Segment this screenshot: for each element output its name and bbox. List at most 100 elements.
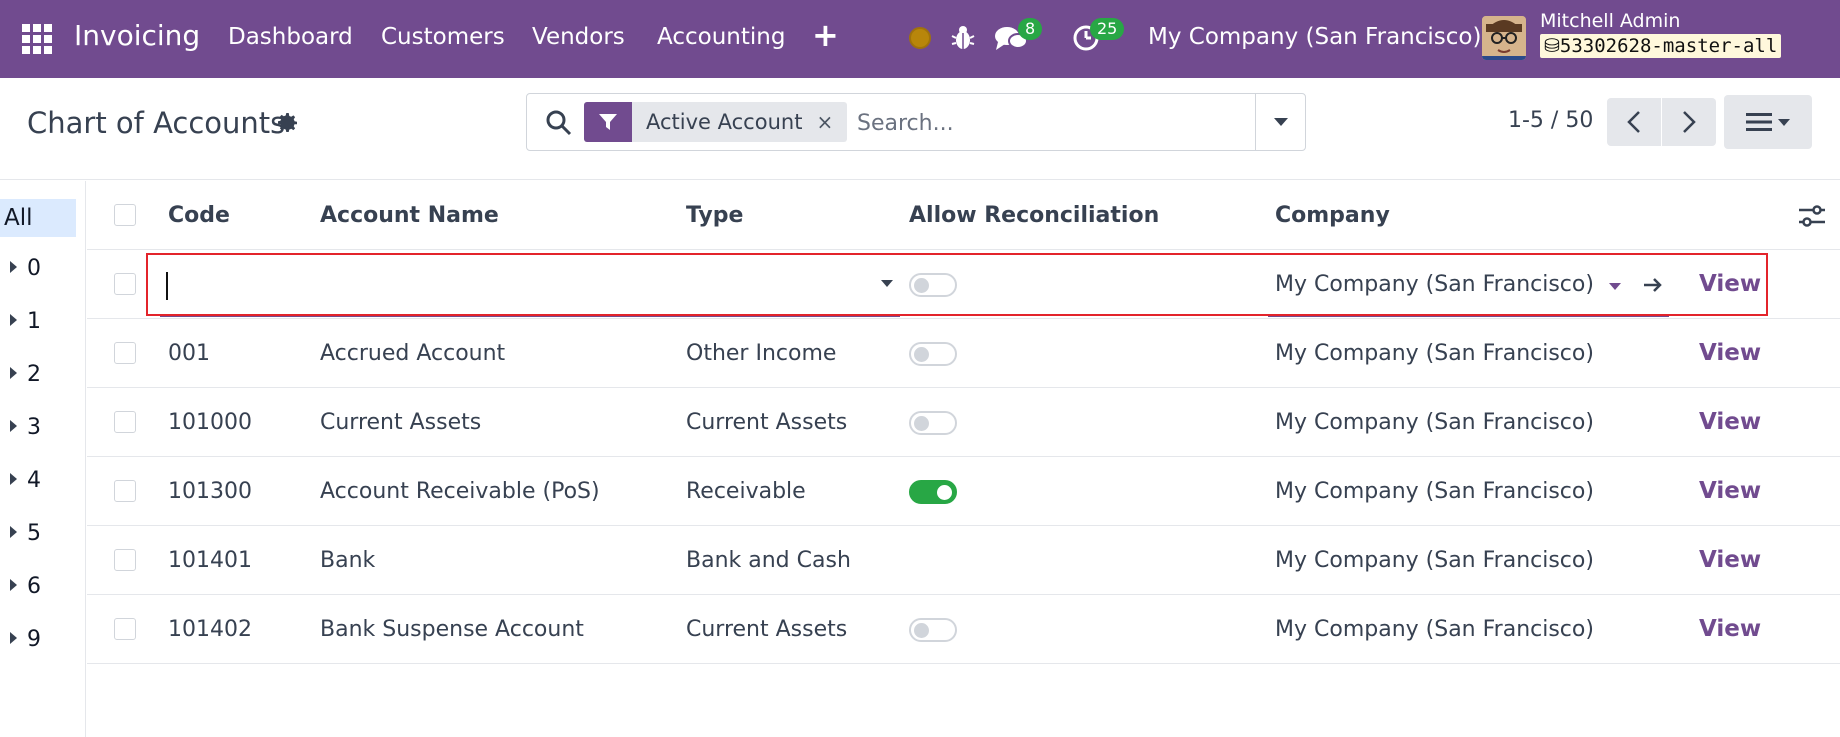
row-checkbox[interactable] — [114, 549, 136, 571]
row-checkbox[interactable] — [114, 411, 136, 433]
sidebar-group-item[interactable]: 6 — [10, 574, 41, 599]
gear-icon[interactable] — [276, 111, 300, 135]
account-company: My Company (San Francisco) — [1275, 341, 1594, 366]
view-link[interactable]: View — [1699, 319, 1761, 388]
sidebar-group-item[interactable]: 9 — [10, 627, 41, 652]
row-checkbox[interactable] — [114, 273, 136, 295]
account-code: 101401 — [168, 548, 252, 573]
account-name: Bank — [320, 548, 376, 573]
account-code: 101402 — [168, 617, 252, 642]
caret-right-icon — [10, 526, 17, 538]
app-name[interactable]: Invoicing — [74, 19, 200, 52]
search-input[interactable] — [857, 104, 1257, 142]
reconcile-toggle[interactable] — [909, 480, 957, 504]
account-name: Current Assets — [320, 410, 482, 435]
new-record-row[interactable]: My Company (San Francisco) View — [87, 250, 1840, 319]
sidebar-group-item[interactable]: 3 — [10, 415, 41, 440]
table-row[interactable]: 101300 Account Receivable (PoS) Receivab… — [87, 457, 1840, 526]
pager-previous-button[interactable] — [1607, 98, 1661, 146]
menu-customers[interactable]: Customers — [381, 24, 505, 50]
caret-right-icon — [10, 261, 17, 273]
reconcile-toggle[interactable] — [909, 411, 957, 435]
caret-right-icon — [10, 473, 17, 485]
reconcile-toggle[interactable] — [909, 342, 957, 366]
sidebar-item-all[interactable]: All — [0, 199, 76, 237]
top-navbar: Invoicing Dashboard Customers Vendors Ac… — [0, 0, 1840, 78]
sidebar-group-label: 6 — [27, 574, 41, 599]
database-badge: ⛁53302628-master-all — [1540, 34, 1782, 58]
chevron-right-icon — [1683, 111, 1696, 133]
menu-vendors[interactable]: Vendors — [532, 24, 625, 50]
company-switcher[interactable]: My Company (San Francisco) — [1148, 24, 1481, 50]
caret-right-icon — [10, 579, 17, 591]
caret-right-icon — [10, 632, 17, 644]
sidebar-group-item[interactable]: 1 — [10, 309, 41, 334]
database-name: 53302628-master-all — [1559, 35, 1778, 57]
remove-filter-close-icon[interactable]: × — [816, 102, 847, 142]
account-type: Bank and Cash — [686, 548, 851, 573]
view-link[interactable]: View — [1699, 526, 1761, 595]
caret-right-icon — [10, 367, 17, 379]
account-company: My Company (San Francisco) — [1275, 410, 1594, 435]
account-code: 101300 — [168, 479, 252, 504]
table-row[interactable]: 101401 Bank Bank and Cash My Company (Sa… — [87, 526, 1840, 595]
view-link[interactable]: View — [1699, 250, 1761, 319]
view-link[interactable]: View — [1699, 595, 1761, 664]
type-dropdown-caret-icon[interactable] — [881, 280, 893, 287]
sidebar-group-item[interactable]: 0 — [10, 256, 41, 281]
account-code: 001 — [168, 341, 210, 366]
sidebar-group-label: 0 — [27, 256, 41, 281]
pager-value[interactable]: 1-5 / 50 — [1508, 108, 1593, 133]
list-view-icon — [1746, 113, 1772, 131]
view-switcher-button[interactable] — [1724, 95, 1812, 149]
search-bar: Active Account × — [526, 93, 1306, 151]
account-type: Receivable — [686, 479, 806, 504]
select-all-checkbox[interactable] — [114, 204, 136, 226]
debug-bug-icon[interactable] — [950, 24, 976, 52]
row-checkbox[interactable] — [114, 342, 136, 364]
sidebar-group-item[interactable]: 2 — [10, 362, 41, 387]
table-row[interactable]: 101402 Bank Suspense Account Current Ass… — [87, 595, 1840, 664]
sidebar-group-item[interactable]: 4 — [10, 468, 41, 493]
account-company: My Company (San Francisco) — [1275, 617, 1594, 642]
control-panel: Chart of Accounts Active Account × 1-5 /… — [0, 78, 1840, 180]
optional-columns-sliders-icon[interactable] — [1797, 201, 1827, 231]
column-header-type[interactable]: Type — [686, 181, 743, 250]
row-checkbox[interactable] — [114, 480, 136, 502]
account-code: 101000 — [168, 410, 252, 435]
account-type: Other Income — [686, 341, 837, 366]
reconcile-toggle[interactable] — [909, 618, 957, 642]
column-header-code[interactable]: Code — [168, 181, 230, 250]
search-options-toggle[interactable] — [1255, 94, 1305, 150]
search-icon[interactable] — [545, 109, 573, 137]
account-type: Current Assets — [686, 410, 848, 435]
column-header-allow-reconciliation[interactable]: Allow Reconciliation — [909, 181, 1159, 250]
account-name: Accrued Account — [320, 341, 506, 366]
sidebar-group-label: 5 — [27, 521, 41, 546]
table-row[interactable]: 001 Accrued Account Other Income My Comp… — [87, 319, 1840, 388]
menu-accounting[interactable]: Accounting — [657, 24, 785, 50]
apps-menu-icon[interactable] — [22, 24, 52, 54]
active-filter-facet: Active Account × — [584, 102, 848, 142]
column-header-company[interactable]: Company — [1275, 181, 1390, 250]
group-sidebar: All 0 1 2 3 4 5 6 9 — [0, 181, 86, 737]
internal-link-arrow-icon[interactable] — [1643, 276, 1663, 294]
view-link[interactable]: View — [1699, 457, 1761, 526]
filter-funnel-icon — [584, 102, 632, 142]
user-avatar[interactable] — [1482, 16, 1526, 60]
reconcile-toggle[interactable] — [909, 273, 957, 297]
column-header-account-name[interactable]: Account Name — [320, 181, 499, 250]
menu-dashboard[interactable]: Dashboard — [228, 24, 353, 50]
row-checkbox[interactable] — [114, 618, 136, 640]
table-row[interactable]: 101000 Current Assets Current Assets My … — [87, 388, 1840, 457]
sidebar-group-item[interactable]: 5 — [10, 521, 41, 546]
user-name[interactable]: Mitchell Admin — [1540, 10, 1680, 32]
sidebar-group-label: 9 — [27, 627, 41, 652]
pager-next-button[interactable] — [1662, 98, 1716, 146]
filter-label: Active Account — [646, 110, 803, 134]
status-dot-icon[interactable] — [909, 27, 931, 49]
view-link[interactable]: View — [1699, 388, 1761, 457]
company-field[interactable]: My Company (San Francisco) — [1275, 250, 1594, 319]
company-dropdown-caret-icon[interactable] — [1609, 283, 1621, 290]
quick-create-plus-icon[interactable]: + — [812, 16, 839, 54]
